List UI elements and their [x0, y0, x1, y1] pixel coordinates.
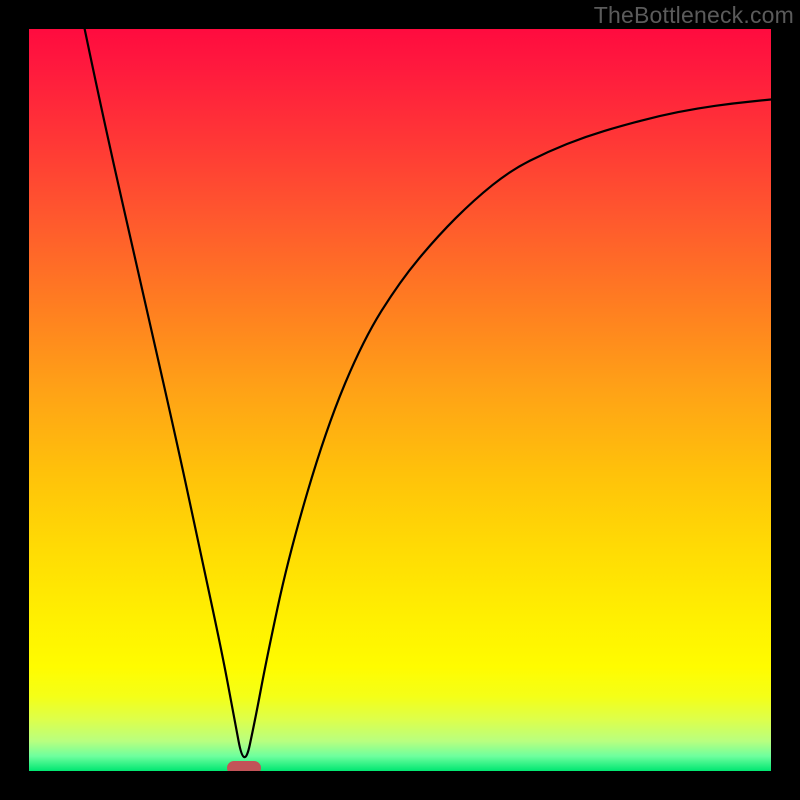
watermark-text: TheBottleneck.com	[594, 2, 794, 29]
bottleneck-curve	[29, 29, 771, 771]
plot-area	[29, 29, 771, 771]
minimum-marker	[227, 761, 261, 771]
